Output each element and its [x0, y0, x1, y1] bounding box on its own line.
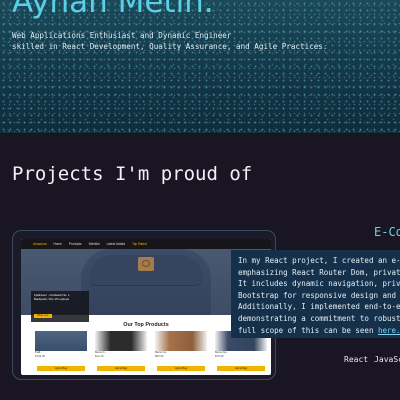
- description-line: Additionally, I implemented end-to-en: [238, 302, 400, 312]
- caption-line: Backpack, Fits 15 Laptops: [34, 297, 70, 301]
- product-price: $109.95: [35, 353, 46, 358]
- description-line: demonstrating a commitment to robust: [238, 313, 400, 323]
- screenshot-nav-item: Latest Added: [106, 242, 126, 246]
- screenshot-nav-item: Products: [68, 242, 82, 246]
- description-line: It includes dynamic navigation, priva: [238, 279, 400, 289]
- product-card: Fjall... $109.95 Add to Bag: [35, 331, 87, 371]
- screenshot-nav-item: Top Rated: [132, 242, 147, 246]
- product-image: [35, 331, 87, 351]
- description-line: In my React project, I created an e-c: [238, 256, 400, 265]
- projects-section-title: Projects I'm proud of: [12, 163, 253, 185]
- backpack-logo-icon: [138, 257, 154, 271]
- product-image: [155, 331, 207, 351]
- caption-button: Shop now: [34, 314, 52, 318]
- description-line: full scope of this can be seen here.: [238, 325, 400, 337]
- description-last-text: full scope of this can be seen: [238, 325, 378, 335]
- hero-banner: Ayhan Metin. Web Applications Enthusiast…: [0, 0, 400, 133]
- product-add-button: Add to Bag: [157, 366, 205, 371]
- tech-tag: JavaSc: [374, 355, 400, 364]
- screenshot-nav-item: Home: [53, 242, 62, 246]
- screenshot-nav-item: Wishlist: [88, 242, 100, 246]
- product-price: $55.99: [155, 353, 164, 358]
- product-add-button: Add to Bag: [37, 366, 85, 371]
- product-image: [95, 331, 147, 351]
- screenshot-nav-brand: Amazona: [33, 242, 47, 246]
- product-card: Mens C... $22.30 Add to Bag: [95, 331, 147, 371]
- description-line: emphasizing React Router Dom, private: [238, 267, 400, 277]
- hero-bio-line: Web Applications Enthusiast and Dynamic …: [12, 31, 232, 40]
- product-price: $15.99: [215, 353, 224, 358]
- tech-stack: React JavaSc: [344, 355, 400, 364]
- project-link[interactable]: here.: [378, 326, 400, 335]
- hero-bio: Web Applications Enthusiast and Dynamic …: [12, 30, 392, 52]
- tech-tag: React: [344, 355, 369, 364]
- product-card: Mens Co... $55.99 Add to Bag: [155, 331, 207, 371]
- project-title: E-Co: [374, 225, 400, 239]
- project-description: In my React project, I created an e-c em…: [231, 250, 400, 338]
- screenshot-navbar: Amazona Home Products Wishlist Latest Ad…: [21, 239, 271, 249]
- hero-bio-line: skilled in React Development, Quality As…: [12, 42, 328, 51]
- product-add-button: Add to Bag: [97, 366, 145, 371]
- product-add-button: Add to Bag: [217, 366, 265, 371]
- hero-name: Ayhan Metin.: [12, 0, 214, 20]
- description-line: Bootstrap for responsive design and e: [238, 290, 400, 300]
- screenshot-caption: Fjallraven - Foldsack No. 1 Backpack, Fi…: [31, 291, 89, 322]
- product-price: $22.30: [95, 353, 104, 358]
